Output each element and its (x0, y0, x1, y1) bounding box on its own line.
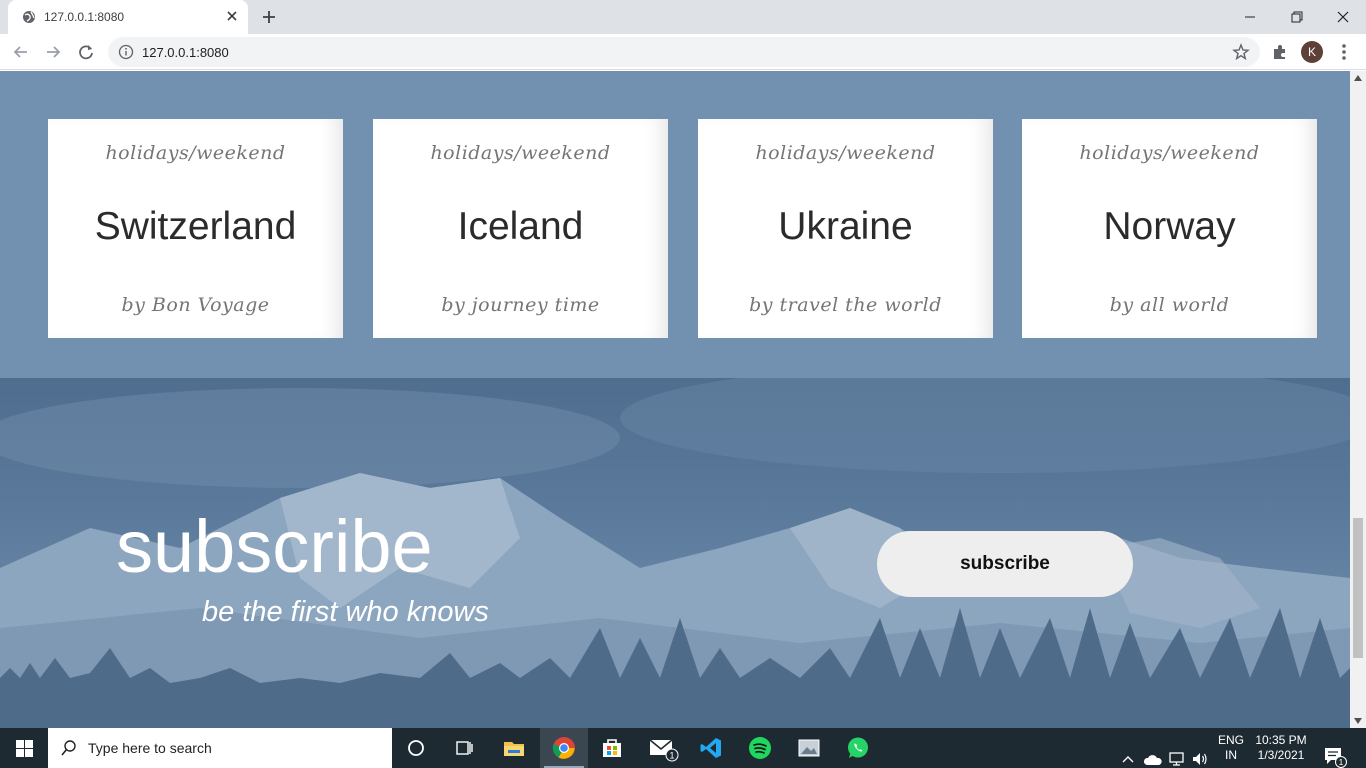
language-code: ENG (1217, 733, 1244, 747)
card-title: Ukraine (778, 205, 913, 248)
tab-title: 127.0.0.1:8080 (44, 10, 125, 24)
subscribe-tagline: be the first who knows (202, 596, 489, 628)
spotify-icon (749, 737, 771, 759)
mail-button[interactable]: 1 (637, 728, 685, 768)
destination-card[interactable]: holidays/weekend Ukraine by travel the w… (698, 119, 993, 338)
browser-tab-strip: 127.0.0.1:8080 (0, 0, 1366, 34)
card-title: Norway (1103, 205, 1236, 248)
subscribe-heading: subscribe (116, 505, 433, 588)
cortana-circle-icon (408, 740, 424, 756)
card-category: holidays/weekend (1079, 142, 1260, 164)
scroll-down-arrow-icon[interactable] (1354, 718, 1362, 724)
photos-app-button[interactable] (785, 728, 833, 768)
reload-icon[interactable] (75, 41, 97, 63)
destination-card[interactable]: holidays/weekend Iceland by journey time (373, 119, 668, 338)
task-view-icon (456, 741, 473, 755)
more-menu-icon[interactable] (1335, 42, 1353, 62)
restore-icon[interactable] (1286, 6, 1308, 28)
region-code: IN (1225, 748, 1237, 762)
language-indicator[interactable]: ENG IN (1216, 733, 1246, 768)
folder-icon (504, 742, 524, 756)
scroll-up-arrow-icon[interactable] (1354, 75, 1362, 81)
mail-badge-count: 1 (669, 751, 674, 761)
chevron-up-icon[interactable] (1120, 740, 1136, 768)
chrome-icon (552, 737, 575, 759)
card-author: by travel the world (749, 294, 942, 316)
store-bag-icon (603, 739, 621, 757)
windows-taskbar: Type here to search 1 ENG IN 10:35 PM 1/… (0, 728, 1366, 768)
clock-date: 1/3/2021 (1257, 748, 1305, 762)
minimize-icon[interactable] (1239, 6, 1261, 28)
start-button[interactable] (0, 728, 48, 768)
task-view-button[interactable] (440, 728, 488, 768)
forward-arrow-icon[interactable] (42, 41, 64, 63)
file-explorer-button[interactable] (490, 728, 538, 768)
browser-tab[interactable]: 127.0.0.1:8080 (8, 0, 248, 34)
subscribe-section: subscribe be the first who knows subscri… (0, 378, 1350, 728)
close-icon[interactable] (224, 8, 240, 24)
cortana-button[interactable] (392, 728, 440, 768)
extensions-puzzle-icon[interactable] (1270, 42, 1290, 62)
card-title: Iceland (457, 205, 584, 248)
card-title: Switzerland (94, 205, 297, 248)
vscode-icon (700, 738, 721, 758)
new-tab-icon[interactable] (260, 8, 278, 26)
destination-card[interactable]: holidays/weekend Switzerland by Bon Voya… (48, 119, 343, 338)
destination-card[interactable]: holidays/weekend Norway by all world (1022, 119, 1317, 338)
page-scrollbar[interactable] (1350, 71, 1366, 728)
browser-toolbar: 127.0.0.1:8080 K (0, 34, 1366, 70)
page-viewport: holidays/weekend Switzerland by Bon Voya… (0, 71, 1350, 728)
destinations-section: holidays/weekend Switzerland by Bon Voya… (0, 71, 1350, 378)
profile-avatar[interactable]: K (1301, 41, 1323, 63)
info-icon[interactable] (118, 44, 134, 60)
windows-logo-icon (16, 740, 33, 757)
bookmark-star-icon[interactable] (1232, 43, 1250, 61)
onedrive-cloud-icon[interactable] (1143, 740, 1163, 768)
card-author: by Bon Voyage (121, 294, 270, 316)
vscode-button[interactable] (687, 728, 735, 768)
card-category: holidays/weekend (430, 142, 611, 164)
search-placeholder: Type here to search (88, 740, 212, 756)
chrome-button[interactable] (540, 728, 588, 768)
spotify-button[interactable] (736, 728, 784, 768)
card-author: by all world (1109, 294, 1230, 316)
clock-time: 10:35 PM (1255, 733, 1307, 747)
url-text: 127.0.0.1:8080 (142, 45, 229, 60)
taskbar-clock[interactable]: 10:35 PM 1/3/2021 (1252, 733, 1310, 768)
card-category: holidays/weekend (105, 142, 286, 164)
whatsapp-icon (848, 737, 868, 758)
globe-icon (23, 11, 35, 23)
subscribe-button[interactable]: subscribe (877, 531, 1133, 597)
mail-icon: 1 (649, 739, 679, 762)
notification-center-icon[interactable]: 1 (1322, 737, 1348, 768)
scrollbar-thumb[interactable] (1353, 518, 1363, 658)
image-viewer-icon (798, 739, 820, 757)
notification-count: 1 (1339, 757, 1344, 767)
close-window-icon[interactable] (1332, 6, 1354, 28)
back-arrow-icon[interactable] (10, 41, 32, 63)
microsoft-store-button[interactable] (588, 728, 636, 768)
search-icon (61, 740, 76, 756)
network-icon[interactable] (1168, 739, 1186, 768)
taskbar-search-box[interactable]: Type here to search (48, 728, 392, 768)
card-author: by journey time (441, 294, 600, 316)
volume-icon[interactable] (1191, 739, 1209, 768)
whatsapp-button[interactable] (834, 728, 882, 768)
card-category: holidays/weekend (755, 142, 936, 164)
address-bar[interactable]: 127.0.0.1:8080 (108, 37, 1260, 67)
